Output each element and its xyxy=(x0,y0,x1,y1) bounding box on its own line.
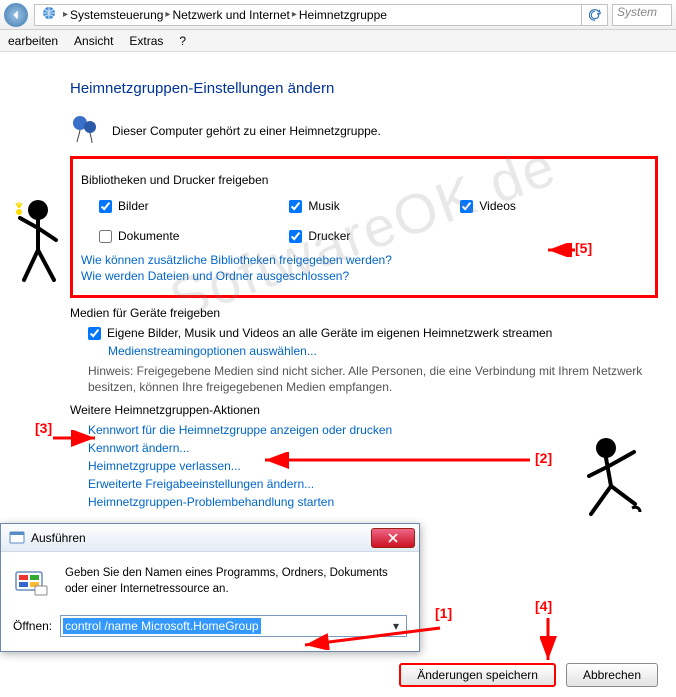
checkbox-dokumente[interactable]: Dokumente xyxy=(99,229,179,243)
close-button[interactable] xyxy=(371,528,415,548)
link-more-libs[interactable]: Wie können zusätzliche Bibliotheken frei… xyxy=(81,253,647,267)
run-title-text: Ausführen xyxy=(31,531,371,545)
menu-help[interactable]: ? xyxy=(179,34,186,48)
chevron-right-icon: ▸ xyxy=(165,9,170,20)
link-show-password[interactable]: Kennwort für die Heimnetzgruppe anzeigen… xyxy=(88,423,658,437)
annotation: [1] xyxy=(435,605,452,621)
run-desc: Geben Sie den Namen eines Programms, Ord… xyxy=(65,566,407,605)
chevron-down-icon[interactable]: ▾ xyxy=(388,618,404,634)
globe-icon xyxy=(37,5,61,24)
search-input[interactable]: System xyxy=(612,4,672,26)
nav-back-button[interactable] xyxy=(4,3,28,27)
link-change-password[interactable]: Kennwort ändern... xyxy=(88,441,658,455)
crumb[interactable]: Netzwerk und Internet xyxy=(172,8,289,22)
menu-edit[interactable]: earbeiten xyxy=(8,34,58,48)
link-streaming-options[interactable]: Medienstreamingoptionen auswählen... xyxy=(108,344,317,358)
checkbox-musik[interactable]: Musik xyxy=(289,199,350,213)
run-value: control /name Microsoft.HomeGroup xyxy=(63,618,260,634)
sharing-legend: Bibliotheken und Drucker freigeben xyxy=(81,173,647,187)
run-combobox[interactable]: control /name Microsoft.HomeGroup ▾ xyxy=(60,615,407,637)
save-button[interactable]: Änderungen speichern xyxy=(399,663,556,687)
run-titlebar[interactable]: Ausführen xyxy=(1,524,419,552)
belongs-text: Dieser Computer gehört zu einer Heimnetz… xyxy=(112,124,381,138)
checkbox-bilder[interactable]: Bilder xyxy=(99,199,179,213)
run-icon xyxy=(13,566,53,605)
arrow-icon xyxy=(540,615,560,665)
menu-view[interactable]: Ansicht xyxy=(74,34,113,48)
link-exclude[interactable]: Wie werden Dateien und Ordner ausgeschlo… xyxy=(81,269,647,283)
breadcrumb[interactable]: ▸ Systemsteuerung ▸ Netzwerk und Interne… xyxy=(34,4,582,26)
crumb[interactable]: Heimnetzgruppe xyxy=(299,8,387,22)
sharing-section: Bibliotheken und Drucker freigeben Bilde… xyxy=(70,156,658,298)
checkbox-videos[interactable]: Videos xyxy=(460,199,515,213)
media-hint: Hinweis: Freigegebene Medien sind nicht … xyxy=(70,364,658,395)
chevron-right-icon: ▸ xyxy=(292,9,297,20)
cancel-button[interactable]: Abbrechen xyxy=(566,663,658,687)
annotation: [4] xyxy=(535,598,552,614)
media-legend: Medien für Geräte freigeben xyxy=(70,306,658,320)
page-title: Heimnetzgruppen-Einstellungen ändern xyxy=(70,80,658,97)
run-dialog: Ausführen Geben Sie den Namen eines Prog… xyxy=(0,523,420,652)
checkbox-drucker[interactable]: Drucker xyxy=(289,229,350,243)
checkbox-stream[interactable]: Eigene Bilder, Musik und Videos an alle … xyxy=(70,326,658,340)
menu-extras[interactable]: Extras xyxy=(129,34,163,48)
menu-bar: earbeiten Ansicht Extras ? xyxy=(0,30,676,52)
link-advanced-sharing[interactable]: Erweiterte Freigabeeinstellungen ändern.… xyxy=(88,477,658,491)
refresh-button[interactable] xyxy=(582,4,608,26)
crumb[interactable]: Systemsteuerung xyxy=(70,8,163,22)
link-leave-homegroup[interactable]: Heimnetzgruppe verlassen... xyxy=(88,459,658,473)
balloons-icon xyxy=(70,113,102,148)
link-troubleshoot[interactable]: Heimnetzgruppen-Problembehandlung starte… xyxy=(88,495,658,509)
address-bar: ▸ Systemsteuerung ▸ Netzwerk und Interne… xyxy=(0,0,676,30)
button-bar: Änderungen speichern Abbrechen xyxy=(399,663,658,687)
actions-legend: Weitere Heimnetzgruppen-Aktionen xyxy=(70,403,658,417)
chevron-right-icon: ▸ xyxy=(63,9,68,20)
open-label: Öffnen: xyxy=(13,619,52,633)
